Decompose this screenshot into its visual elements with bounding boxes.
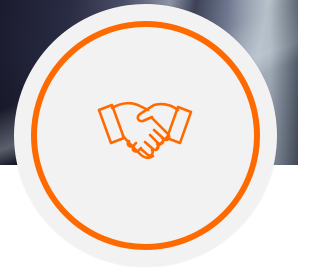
feature-card — [0, 0, 298, 267]
handshake-icon — [97, 101, 193, 160]
